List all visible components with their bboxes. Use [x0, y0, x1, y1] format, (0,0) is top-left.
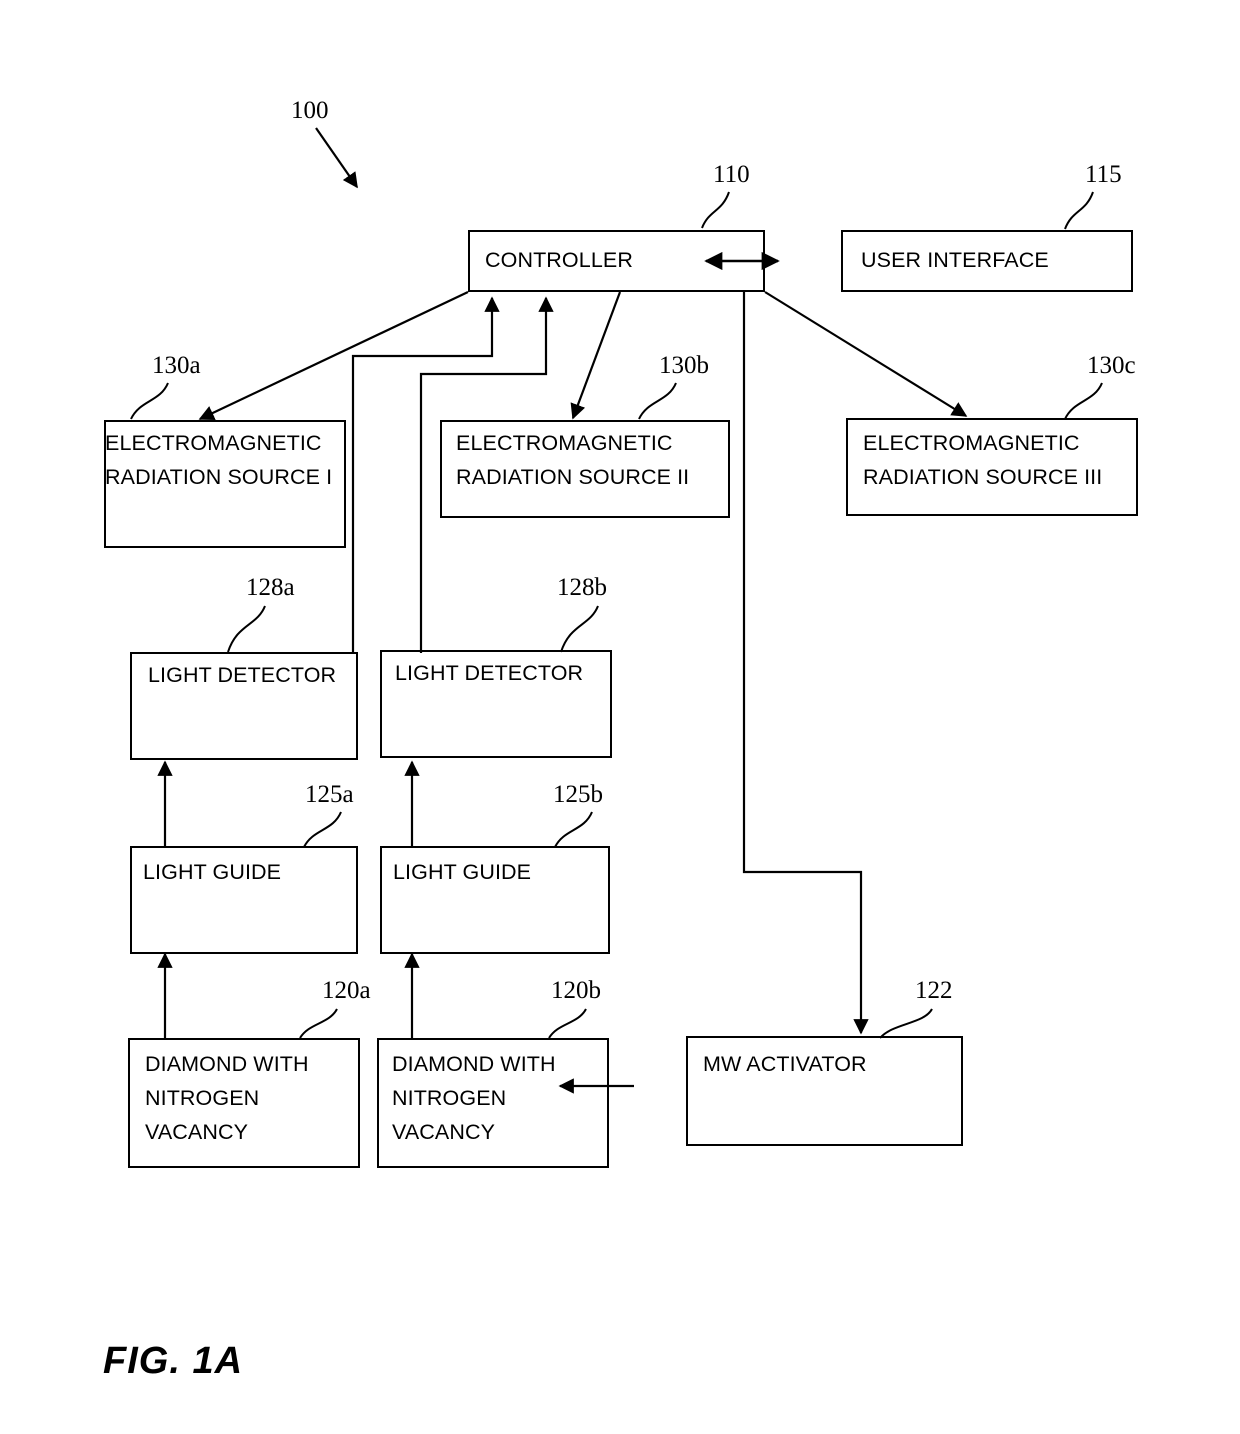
leader-110: [701, 191, 730, 229]
leader-128b: [560, 605, 599, 653]
patent-figure-1a: 100 110 115 130a 130b 130c 128a 128b 125…: [0, 0, 1240, 1434]
leader-130a: [130, 382, 169, 420]
em-radiation-source-3-label-line1: ELECTROMAGNETIC: [863, 431, 1080, 455]
em-radiation-source-2-label-line1: ELECTROMAGNETIC: [456, 431, 673, 455]
leader-130b: [638, 382, 677, 420]
ref-num-115: 115: [1085, 161, 1122, 188]
ref-num-130c: 130c: [1087, 352, 1136, 379]
diamond-nv-a-label-line3: VACANCY: [145, 1120, 249, 1144]
diamond-nv-a-label-line1: DIAMOND WITH: [145, 1052, 309, 1076]
leader-120b: [548, 1008, 587, 1039]
controller-to-source2: [570, 291, 622, 420]
em-radiation-source-1-label-line1: ELECTROMAGNETIC: [105, 431, 322, 455]
diamond-nv-b-label-line1: DIAMOND WITH: [392, 1052, 556, 1076]
diamond-nv-a-label-line2: NITROGEN: [145, 1086, 260, 1110]
figure-caption: FIG. 1A: [103, 1340, 244, 1382]
em-radiation-source-1-label-line2: RADIATION SOURCE I: [105, 465, 333, 489]
ref-num-122: 122: [915, 977, 953, 1004]
light-guide-b-label: LIGHT GUIDE: [393, 860, 532, 884]
ref-num-125a: 125a: [305, 781, 354, 808]
user-interface-label: USER INTERFACE: [861, 248, 1049, 272]
ref-num-100: 100: [291, 97, 329, 124]
controller-to-mw-activator: [742, 292, 869, 1035]
ref-num-120b: 120b: [551, 977, 601, 1004]
em-radiation-source-2-label-line2: RADIATION SOURCE II: [456, 465, 690, 489]
leader-115: [1064, 191, 1094, 230]
light-guide-a-label: LIGHT GUIDE: [143, 860, 282, 884]
leader-125b: [554, 811, 593, 848]
diamond-nv-b-label-line3: VACANCY: [392, 1120, 496, 1144]
ref-num-110: 110: [713, 161, 750, 188]
leader-122: [879, 1008, 933, 1039]
ref-num-130b: 130b: [659, 352, 709, 379]
leader-arrow-100: [315, 127, 358, 189]
ref-num-128b: 128b: [557, 574, 607, 601]
diamond-nv-b-label-line2: NITROGEN: [392, 1086, 507, 1110]
leader-120a: [299, 1008, 338, 1039]
leader-125a: [303, 811, 342, 848]
em-radiation-source-3-label-line2: RADIATION SOURCE III: [863, 465, 1103, 489]
controller-to-source3: [764, 291, 968, 417]
controller-label: CONTROLLER: [485, 248, 633, 272]
ref-num-130a: 130a: [152, 352, 201, 379]
light-detector-a-label: LIGHT DETECTOR: [148, 663, 337, 687]
ref-num-120a: 120a: [322, 977, 371, 1004]
ref-num-128a: 128a: [246, 574, 295, 601]
light-detector-b-label: LIGHT DETECTOR: [395, 661, 584, 685]
ref-num-125b: 125b: [553, 781, 603, 808]
leader-128a: [227, 605, 266, 653]
leader-130c: [1064, 382, 1103, 420]
mw-activator-label: MW ACTIVATOR: [703, 1052, 867, 1076]
